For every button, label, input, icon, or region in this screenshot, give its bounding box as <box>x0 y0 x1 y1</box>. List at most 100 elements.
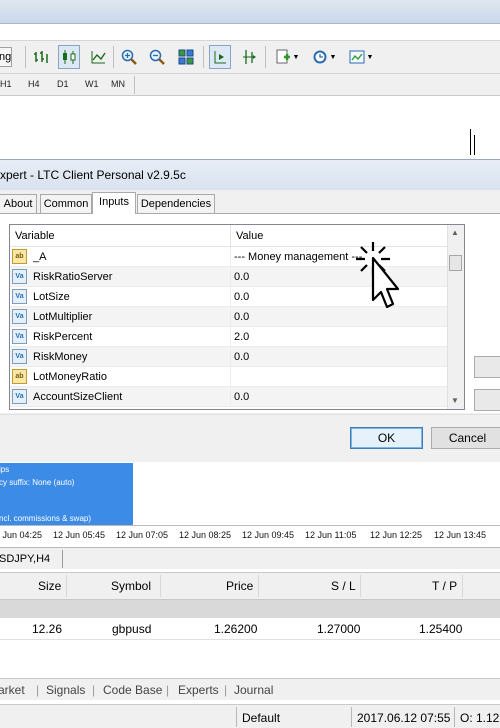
numeric-type-icon: Va <box>12 389 27 404</box>
candlestick-icon <box>63 50 76 64</box>
tab-signals[interactable]: Signals <box>46 683 85 697</box>
info-line-1: ips <box>0 465 10 474</box>
table-row[interactable]: ab LotMoneyRatio <box>10 367 450 387</box>
tab-divider: | <box>166 683 170 697</box>
tab-experts[interactable]: Experts <box>178 683 219 697</box>
zoom-in-button[interactable] <box>118 45 140 69</box>
string-type-icon: ab <box>12 369 27 384</box>
variable-value[interactable]: 0.0 <box>230 287 450 307</box>
column-header-sl[interactable]: S / L <box>331 579 356 593</box>
scroll-down-arrow-icon[interactable]: ▼ <box>451 396 459 405</box>
toolbar-separator <box>265 46 266 68</box>
variable-value[interactable]: 0.0 <box>230 307 450 327</box>
time-label: 12 Jun 05:45 <box>53 530 106 540</box>
cancel-button[interactable]: Cancel <box>431 427 500 449</box>
timeframe-mn[interactable]: MN <box>111 79 125 89</box>
column-header-price[interactable]: Price <box>226 579 253 593</box>
table-row[interactable]: Va AccountSizeClient 0.0 <box>10 387 450 407</box>
toolbar-separator <box>134 76 135 94</box>
status-datetime: 2017.06.12 07:55 <box>357 711 451 725</box>
variable-value[interactable]: 2.0 <box>230 327 450 347</box>
tab-code-base[interactable]: Code Base <box>103 683 162 697</box>
scrollbar-thumb[interactable] <box>449 255 462 271</box>
column-divider <box>66 575 67 597</box>
tab-inputs[interactable]: Inputs <box>92 192 136 214</box>
tile-windows-button[interactable] <box>175 45 197 69</box>
chart-tabs-bar <box>0 547 500 569</box>
chart-tab-usdjpy[interactable]: SDJPY,H4 <box>0 553 50 565</box>
variable-name: LotSize <box>33 291 70 303</box>
column-header-size[interactable]: Size <box>38 579 61 593</box>
tab-common[interactable]: Common <box>40 194 92 213</box>
column-header-variable[interactable]: Variable <box>10 225 230 247</box>
column-header-symbol[interactable]: Symbol <box>111 579 151 593</box>
variable-name: RiskRatioServer <box>33 271 113 283</box>
tab-journal[interactable]: Journal <box>234 683 273 697</box>
chevron-down-icon: ▼ <box>366 53 374 61</box>
templates-button[interactable]: ▼ <box>345 45 377 69</box>
column-divider <box>360 575 361 597</box>
status-profile: Default <box>242 711 281 725</box>
ok-button[interactable]: OK <box>350 427 423 449</box>
line-chart-button[interactable] <box>87 45 109 69</box>
variable-value[interactable]: 0.0 <box>230 387 450 407</box>
zoom-in-icon <box>121 49 137 65</box>
grid-scrollbar[interactable] <box>447 225 464 409</box>
variable-name: _A <box>33 251 47 263</box>
time-label: 12 Jun 09:45 <box>242 530 295 540</box>
string-type-icon: ab <box>12 249 27 264</box>
bar-chart-button[interactable] <box>30 45 52 69</box>
time-label: 12 Jun 12:25 <box>370 530 423 540</box>
info-line-3: ncl. commissions & swap) <box>0 514 92 523</box>
column-header-tp[interactable]: T / P <box>432 579 457 593</box>
mouse-cursor-icon <box>356 242 400 309</box>
tab-dependencies[interactable]: Dependencies <box>137 194 215 213</box>
column-divider <box>160 575 161 597</box>
info-line-2: cy suffix: None (auto) <box>0 478 75 487</box>
tab-about[interactable]: About <box>0 194 37 213</box>
chevron-down-icon: ▼ <box>292 53 300 61</box>
chart-shift-button[interactable] <box>209 45 231 69</box>
status-open-price: O: 1.12 <box>460 711 500 725</box>
trade-stop-loss: 1.27000 <box>317 622 361 636</box>
chart-area-lower[interactable] <box>133 463 500 525</box>
status-divider <box>351 707 352 727</box>
time-label: 2 Jun 04:25 <box>0 530 43 540</box>
status-divider <box>236 707 237 727</box>
variable-value[interactable]: 0.0 <box>230 347 450 367</box>
dialog-title-bar[interactable]: xpert - LTC Client Personal v2.9.5c <box>0 160 500 190</box>
toolbar-dropdown-button[interactable]: ng <box>0 47 12 67</box>
trade-take-profit: 1.25400 <box>419 622 463 636</box>
autoscroll-button[interactable] <box>238 45 260 69</box>
timeframe-w1[interactable]: W1 <box>85 79 99 89</box>
info-panel: ips cy suffix: None (auto) ncl. commissi… <box>0 463 133 525</box>
table-row[interactable]: Va RiskMoney 0.0 <box>10 347 450 367</box>
variable-value[interactable]: --- Money management --- <box>230 247 450 267</box>
save-button[interactable] <box>474 389 500 411</box>
zoom-out-button[interactable] <box>146 45 168 69</box>
candle-wick <box>474 135 475 155</box>
scroll-up-arrow-icon[interactable]: ▲ <box>451 228 459 237</box>
column-divider <box>258 575 259 597</box>
timeframe-h1[interactable]: H1 <box>0 79 12 89</box>
variable-value[interactable] <box>230 367 450 387</box>
tab-market[interactable]: arket <box>0 683 25 697</box>
chevron-down-icon: ▼ <box>329 53 337 61</box>
timeframe-bar <box>0 74 500 96</box>
timeframe-h4[interactable]: H4 <box>28 79 40 89</box>
variable-value[interactable]: 0.0 <box>230 267 450 287</box>
periodicity-button[interactable]: ▼ <box>308 45 340 69</box>
indicators-button[interactable]: ▼ <box>272 45 302 69</box>
numeric-type-icon: Va <box>12 289 27 304</box>
autoscroll-icon <box>243 50 256 64</box>
load-button[interactable] <box>474 356 500 378</box>
time-label: 12 Jun 08:25 <box>179 530 232 540</box>
candlestick-button[interactable] <box>58 45 80 69</box>
status-divider <box>454 707 455 727</box>
clock-icon <box>313 50 327 64</box>
chart-area[interactable] <box>0 97 500 159</box>
timeframe-d1[interactable]: D1 <box>57 79 69 89</box>
table-row[interactable]: Va RiskPercent 2.0 <box>10 327 450 347</box>
variable-name: LotMultiplier <box>33 311 93 323</box>
column-header-value[interactable]: Value <box>230 225 450 247</box>
